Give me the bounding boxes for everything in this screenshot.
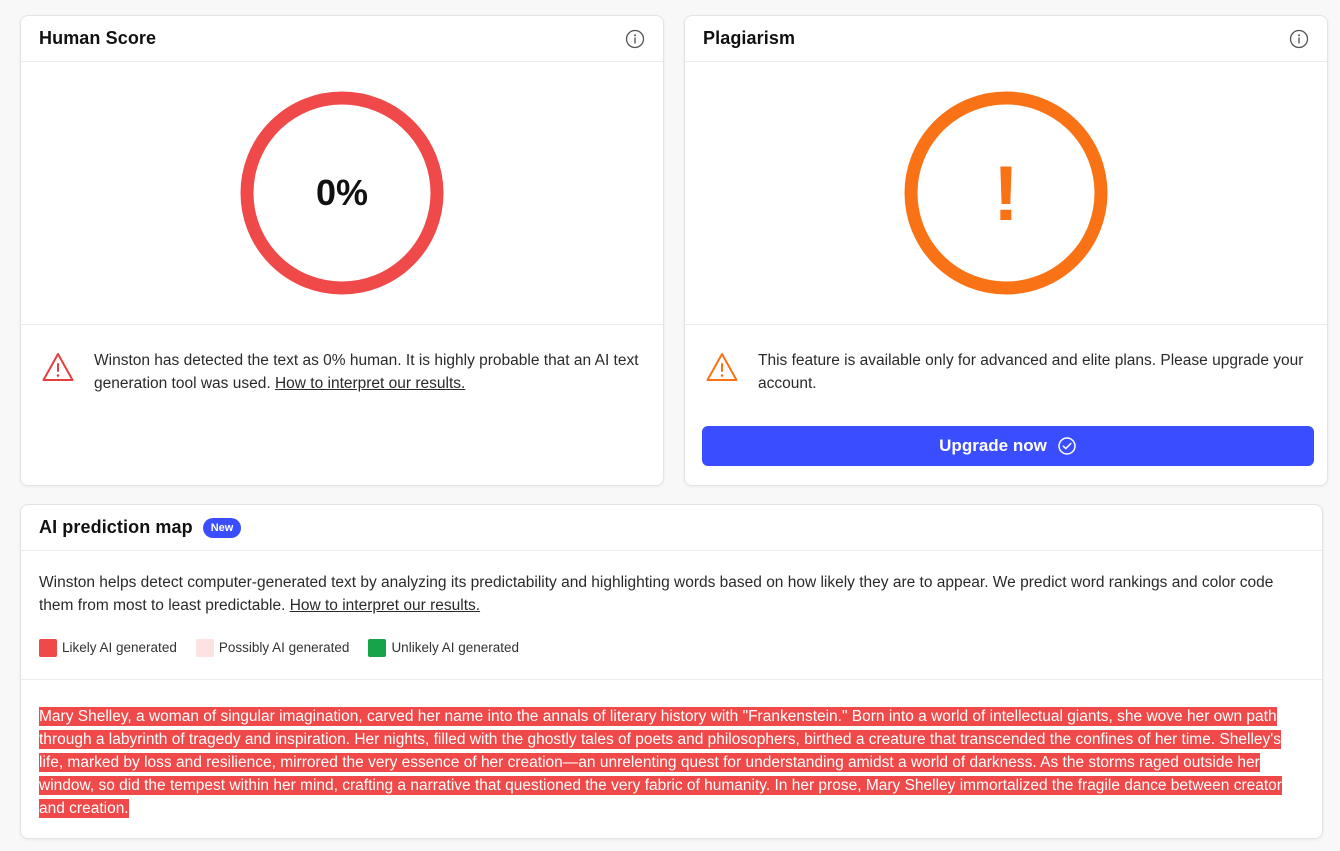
prediction-map-title: AI prediction map [39,517,193,537]
plagiarism-header: Plagiarism [685,16,1327,62]
upgrade-now-button[interactable]: Upgrade now [702,426,1314,466]
human-score-value: 0% [315,172,369,213]
human-score-message: Winston has detected the text as 0% huma… [94,349,645,395]
human-score-card: Human Score 0% Winston has detected the … [20,15,664,486]
plagiarism-message: This feature is available only for advan… [758,352,1304,392]
legend-swatch-possibly [195,638,214,657]
prediction-legend: Likely AI generated Possibly AI generate… [21,617,1322,661]
interpret-results-link[interactable]: How to interpret our results. [275,375,465,392]
info-icon[interactable] [625,29,645,49]
legend-label: Likely AI generated [62,640,177,655]
interpret-results-link[interactable]: How to interpret our results. [290,597,480,614]
legend-label: Unlikely AI generated [391,640,520,655]
legend-swatch-likely [39,638,57,657]
prediction-map-description-text: Winston helps detect computer-generated … [39,574,1274,614]
plagiarism-title: Plagiarism [703,28,796,48]
human-score-header: Human Score [21,16,663,62]
upgrade-now-label: Upgrade now [939,436,1047,455]
warning-triangle-icon [41,351,75,385]
human-score-message-row: Winston has detected the text as 0% huma… [21,325,663,395]
legend-likely-ai: Likely AI generated [39,638,177,657]
legend-swatch-unlikely [368,638,387,657]
highlighted-text-likely-ai: Mary Shelley, a woman of singular imagin… [39,707,1282,818]
plagiarism-ring: ! [903,90,1109,296]
plagiarism-card: Plagiarism ! This feature is available o… [684,15,1328,486]
plagiarism-gauge-area: ! [685,62,1327,325]
legend-label: Possibly AI generated [218,640,350,655]
human-score-gauge-area: 0% [21,62,663,325]
human-score-ring: 0% [239,90,445,296]
analyzed-text-block: Mary Shelley, a woman of singular imagin… [21,680,1322,820]
warning-triangle-icon [705,351,739,385]
plagiarism-message-row: This feature is available only for advan… [685,325,1327,395]
prediction-map-description: Winston helps detect computer-generated … [21,551,1322,617]
legend-unlikely-ai: Unlikely AI generated [368,638,520,657]
ai-prediction-map-card: AI prediction map New Winston helps dete… [20,504,1323,839]
prediction-map-header: AI prediction map New [21,505,1322,551]
legend-possibly-ai: Possibly AI generated [195,638,350,657]
new-badge: New [202,517,242,538]
exclamation-icon: ! [993,149,1019,237]
human-score-title: Human Score [39,28,157,48]
check-circle-icon [1057,436,1077,456]
info-icon[interactable] [1289,29,1309,49]
